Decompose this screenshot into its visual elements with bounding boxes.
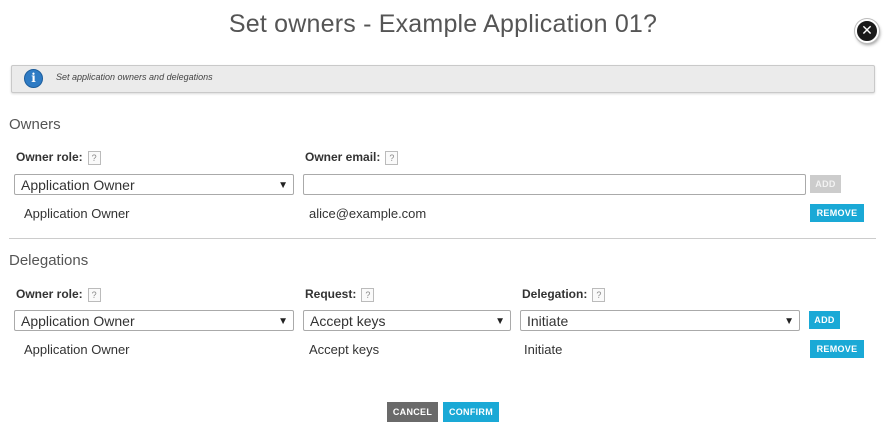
cancel-button[interactable]: CANCEL <box>387 402 438 422</box>
request-label: Request:? <box>305 287 375 302</box>
close-icon[interactable]: ✕ <box>855 19 879 43</box>
owner-email-label: Owner email:? <box>305 150 399 165</box>
delegation-select[interactable]: Initiate ▼ <box>520 310 800 331</box>
owner-row-email: alice@example.com <box>309 206 427 221</box>
add-delegation-button[interactable]: ADD <box>809 311 840 329</box>
delegation-row-role: Application Owner <box>24 342 130 357</box>
dropdown-arrow-icon: ▼ <box>495 316 505 327</box>
remove-delegation-button[interactable]: REMOVE <box>810 340 864 358</box>
info-icon: i <box>24 69 43 88</box>
owner-email-label-text: Owner email: <box>305 150 381 164</box>
owner-row-role: Application Owner <box>24 206 130 221</box>
delegation-label: Delegation:? <box>522 287 606 302</box>
help-icon[interactable]: ? <box>87 287 101 302</box>
owner-email-input[interactable] <box>303 174 806 195</box>
delegation-label-text: Delegation: <box>522 287 588 301</box>
help-icon[interactable]: ? <box>592 287 606 302</box>
dropdown-arrow-icon: ▼ <box>278 180 288 191</box>
owner-role-label: Owner role:? <box>16 150 101 165</box>
help-icon[interactable]: ? <box>385 150 399 165</box>
request-select[interactable]: Accept keys ▼ <box>303 310 511 331</box>
request-select-value: Accept keys <box>310 313 386 329</box>
info-bar: i Set application owners and delegations <box>11 65 875 93</box>
owners-section-title: Owners <box>9 116 61 133</box>
remove-owner-button[interactable]: REMOVE <box>810 204 864 222</box>
delegation-owner-role-select[interactable]: Application Owner ▼ <box>14 310 294 331</box>
help-icon[interactable]: ? <box>361 287 375 302</box>
delegation-owner-role-select-value: Application Owner <box>21 313 135 329</box>
dropdown-arrow-icon: ▼ <box>278 316 288 327</box>
help-icon[interactable]: ? <box>87 150 101 165</box>
owner-role-select[interactable]: Application Owner ▼ <box>14 174 294 195</box>
info-text: Set application owners and delegations <box>56 72 213 82</box>
confirm-button[interactable]: CONFIRM <box>443 402 499 422</box>
delegation-owner-role-label: Owner role:? <box>16 287 101 302</box>
section-divider <box>9 238 876 239</box>
delegation-row-request: Accept keys <box>309 342 380 357</box>
dialog-title: Set owners - Example Application 01? <box>228 10 658 38</box>
delegations-section-title: Delegations <box>9 252 89 269</box>
add-owner-button[interactable]: ADD <box>810 175 841 193</box>
delegation-owner-role-label-text: Owner role: <box>16 287 83 301</box>
owner-role-select-value: Application Owner <box>21 177 135 193</box>
owner-role-label-text: Owner role: <box>16 150 83 164</box>
delegation-select-value: Initiate <box>527 313 569 329</box>
request-label-text: Request: <box>305 287 357 301</box>
dropdown-arrow-icon: ▼ <box>784 316 794 327</box>
delegation-row-delegation: Initiate <box>524 342 563 357</box>
